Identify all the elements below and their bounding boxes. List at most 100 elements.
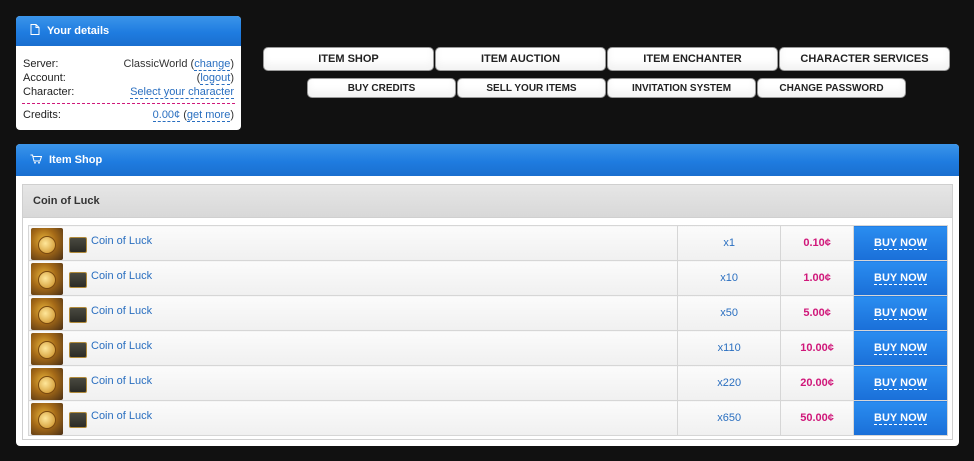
item-cell: Coin of Luck [27, 225, 679, 261]
buy-now-cell: BUY NOW [853, 225, 948, 261]
item-quantity: x1 [677, 225, 782, 261]
item-price: 0.10¢ [780, 225, 855, 261]
coin-of-luck-icon[interactable] [31, 262, 63, 295]
item-cell: Coin of Luck [27, 295, 679, 331]
item-quantity: x10 [677, 260, 782, 296]
cart-icon [30, 154, 43, 167]
account-value-group: (logout) [196, 72, 234, 85]
item-cell: Coin of Luck [27, 400, 679, 436]
item-name-link[interactable]: Coin of Luck [91, 270, 152, 282]
document-icon [30, 24, 40, 38]
credits-row: Credits: 0.00¢ (get more) [16, 108, 241, 122]
buy-now-button[interactable]: BUY NOW [854, 296, 947, 330]
nav-item-enchanter[interactable]: ITEM ENCHANTER [607, 47, 778, 71]
buy-now-button[interactable]: BUY NOW [854, 331, 947, 365]
server-value: ClassicWorld [123, 58, 188, 70]
coin-of-luck-icon[interactable] [31, 402, 63, 435]
table-row: Coin of Luck x110 10.00¢ BUY NOW [27, 330, 948, 366]
item-price: 20.00¢ [780, 365, 855, 401]
buy-now-label: BUY NOW [874, 271, 928, 285]
buy-now-label: BUY NOW [874, 306, 928, 320]
item-price: 10.00¢ [780, 330, 855, 366]
buy-now-cell: BUY NOW [853, 295, 948, 331]
table-row: Coin of Luck x10 1.00¢ BUY NOW [27, 260, 948, 296]
item-quantity: x50 [677, 295, 782, 331]
nav-character-services[interactable]: CHARACTER SERVICES [779, 47, 950, 71]
your-details-panel: Your details Server: ClassicWorld (chang… [16, 16, 241, 130]
item-name-link[interactable]: Coin of Luck [91, 410, 152, 422]
buy-now-label: BUY NOW [874, 376, 928, 390]
item-shop-title: Item Shop [49, 154, 103, 166]
buy-now-cell: BUY NOW [853, 400, 948, 436]
get-more-link[interactable]: get more [186, 109, 231, 122]
item-quantity: x110 [677, 330, 782, 366]
item-name-link[interactable]: Coin of Luck [91, 305, 152, 317]
buy-now-cell: BUY NOW [853, 260, 948, 296]
buy-now-cell: BUY NOW [853, 365, 948, 401]
item-price: 5.00¢ [780, 295, 855, 331]
details-divider [22, 103, 235, 104]
item-box-icon [69, 376, 87, 393]
nav-item-auction[interactable]: ITEM AUCTION [435, 47, 606, 71]
server-row: Server: ClassicWorld (change) [16, 57, 241, 71]
item-wrap: Coin of Luck [31, 227, 677, 260]
nav-buy-credits[interactable]: BUY CREDITS [307, 78, 456, 98]
nav-invitation-system[interactable]: INVITATION SYSTEM [607, 78, 756, 98]
nav-change-password[interactable]: CHANGE PASSWORD [757, 78, 906, 98]
credits-label: Credits: [23, 109, 61, 121]
buy-now-button[interactable]: BUY NOW [854, 226, 947, 260]
item-wrap: Coin of Luck [31, 297, 677, 330]
item-box-icon [69, 411, 87, 428]
account-row: Account: (logout) [16, 71, 241, 85]
table-row: Coin of Luck x650 50.00¢ BUY NOW [27, 400, 948, 436]
item-name-link[interactable]: Coin of Luck [91, 235, 152, 247]
category-heading: Coin of Luck [23, 185, 952, 218]
item-box-icon [69, 236, 87, 253]
item-name-link[interactable]: Coin of Luck [91, 340, 152, 352]
item-table: Coin of Luck x1 0.10¢ BUY NOW Coin of Luck x1… [27, 225, 948, 436]
character-row: Character: Select your character [16, 85, 241, 99]
logout-link[interactable]: logout [200, 72, 231, 85]
item-price: 1.00¢ [780, 260, 855, 296]
nav-item-shop[interactable]: ITEM SHOP [263, 47, 434, 71]
item-box-icon [69, 306, 87, 323]
coin-of-luck-icon[interactable] [31, 297, 63, 330]
coin-of-luck-icon[interactable] [31, 367, 63, 400]
item-shop-panel: Item Shop Coin of Luck Coin of Luck x1 0.1… [16, 144, 959, 446]
buy-now-button[interactable]: BUY NOW [854, 366, 947, 400]
item-box-icon [69, 271, 87, 288]
coin-of-luck-icon[interactable] [31, 227, 63, 260]
item-quantity: x220 [677, 365, 782, 401]
buy-now-label: BUY NOW [874, 341, 928, 355]
item-shop-content: Coin of Luck Coin of Luck x1 0.10¢ BUY NOW C… [22, 184, 953, 440]
buy-now-label: BUY NOW [874, 411, 928, 425]
item-name-link[interactable]: Coin of Luck [91, 375, 152, 387]
item-wrap: Coin of Luck [31, 262, 677, 295]
select-character-link[interactable]: Select your character [130, 85, 234, 99]
item-price: 50.00¢ [780, 400, 855, 436]
item-cell: Coin of Luck [27, 365, 679, 401]
your-details-title: Your details [47, 25, 110, 37]
buy-now-label: BUY NOW [874, 236, 928, 250]
character-label: Character: [23, 86, 75, 98]
table-row: Coin of Luck x1 0.10¢ BUY NOW [27, 225, 948, 261]
item-box-icon [69, 341, 87, 358]
item-shop-header: Item Shop [16, 144, 959, 176]
buy-now-button[interactable]: BUY NOW [854, 261, 947, 295]
server-value-group: ClassicWorld (change) [123, 58, 234, 71]
buy-now-button[interactable]: BUY NOW [854, 401, 947, 435]
account-label: Account: [23, 72, 66, 84]
coin-of-luck-icon[interactable] [31, 332, 63, 365]
nav-sell-your-items[interactable]: SELL YOUR ITEMS [457, 78, 606, 98]
item-wrap: Coin of Luck [31, 367, 677, 400]
item-wrap: Coin of Luck [31, 332, 677, 365]
item-cell: Coin of Luck [27, 260, 679, 296]
item-cell: Coin of Luck [27, 330, 679, 366]
item-quantity: x650 [677, 400, 782, 436]
buy-now-cell: BUY NOW [853, 330, 948, 366]
credits-value: 0.00¢ [152, 109, 181, 122]
credits-value-group: 0.00¢ (get more) [152, 109, 234, 122]
change-server-link[interactable]: change [194, 58, 231, 71]
your-details-header: Your details [16, 16, 241, 46]
table-row: Coin of Luck x220 20.00¢ BUY NOW [27, 365, 948, 401]
